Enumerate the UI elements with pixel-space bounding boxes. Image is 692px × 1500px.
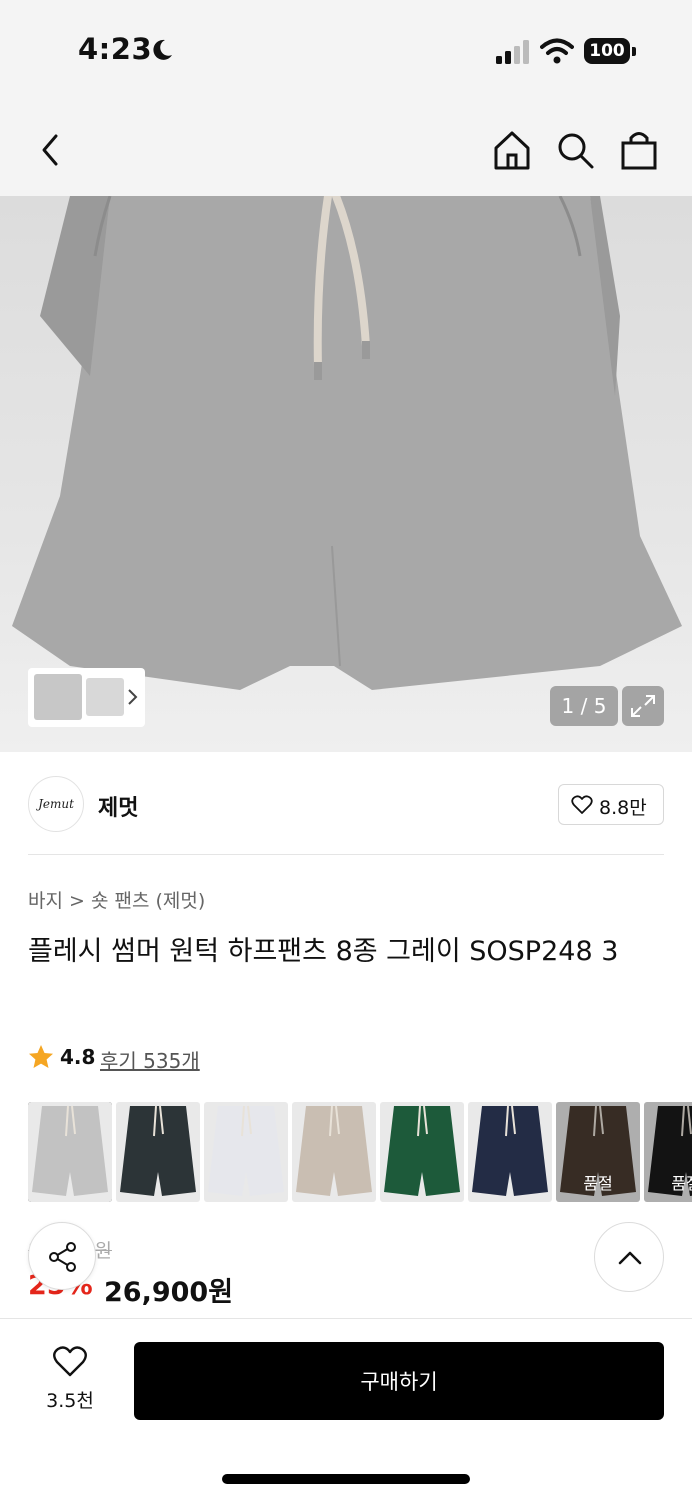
swatch-image	[292, 1102, 376, 1202]
heart-icon	[53, 1346, 87, 1377]
home-indicator	[222, 1474, 470, 1484]
review-link[interactable]: 후기 535개	[100, 1045, 200, 1074]
color-options: 품절 품절	[28, 1102, 692, 1204]
chevron-right-icon	[128, 689, 138, 705]
brand-logo[interactable]: Jemut	[28, 776, 84, 832]
expand-icon	[631, 695, 655, 717]
swatch-image	[380, 1102, 464, 1202]
share-button[interactable]	[28, 1222, 96, 1290]
signal-icon	[496, 40, 529, 64]
color-swatch[interactable]: 품절	[644, 1102, 692, 1202]
brand-like-button[interactable]: 8.8만	[558, 784, 664, 825]
color-swatch[interactable]	[116, 1102, 200, 1202]
battery-level: 100	[584, 38, 630, 64]
thumbnail-1[interactable]	[34, 674, 82, 720]
sale-price: 26,900원	[104, 1277, 234, 1308]
shopping-bag-icon[interactable]	[618, 128, 660, 172]
wifi-icon	[540, 38, 574, 64]
color-swatch[interactable]	[468, 1102, 552, 1202]
back-icon[interactable]	[30, 128, 72, 172]
product-title: 플레시 썸머 원턱 하프팬츠 8종 그레이 SOSP248 3	[28, 936, 619, 967]
swatch-image	[28, 1102, 112, 1202]
moon-icon	[153, 39, 172, 60]
color-swatch[interactable]	[292, 1102, 376, 1202]
expand-button[interactable]	[622, 686, 664, 726]
soldout-label: 품절	[671, 1174, 692, 1193]
color-swatch[interactable]: 품절	[556, 1102, 640, 1202]
status-time: 4:23	[78, 32, 153, 66]
swatch-image	[468, 1102, 552, 1202]
divider	[28, 854, 664, 855]
wishlist-count: 3.5천	[46, 1390, 94, 1412]
scroll-top-button[interactable]	[594, 1222, 664, 1292]
rating-score: 4.8	[60, 1045, 96, 1069]
swatch-image	[204, 1102, 288, 1202]
buy-button[interactable]: 구매하기	[134, 1342, 664, 1420]
star-icon	[29, 1045, 53, 1068]
thumbnail-2[interactable]	[86, 678, 124, 716]
breadcrumb[interactable]: 바지 > 숏 팬츠 (제멋)	[28, 886, 205, 913]
brand-like-count: 8.8만	[599, 797, 647, 819]
gallery-thumbnails[interactable]	[28, 668, 145, 727]
chevron-up-icon	[618, 1251, 642, 1265]
share-icon	[49, 1242, 76, 1272]
brand-name[interactable]: 제멋	[98, 790, 138, 822]
heart-icon	[571, 795, 593, 814]
wishlist-button[interactable]: 3.5천	[34, 1344, 106, 1416]
swatch-image	[116, 1102, 200, 1202]
battery-icon: 100	[584, 38, 636, 64]
color-swatch[interactable]	[380, 1102, 464, 1202]
home-icon[interactable]	[491, 128, 533, 172]
color-swatch[interactable]	[28, 1102, 112, 1202]
search-icon[interactable]	[554, 128, 596, 172]
color-swatch[interactable]	[204, 1102, 288, 1202]
image-counter: 1 / 5	[550, 686, 618, 726]
soldout-label: 품절	[583, 1174, 613, 1193]
